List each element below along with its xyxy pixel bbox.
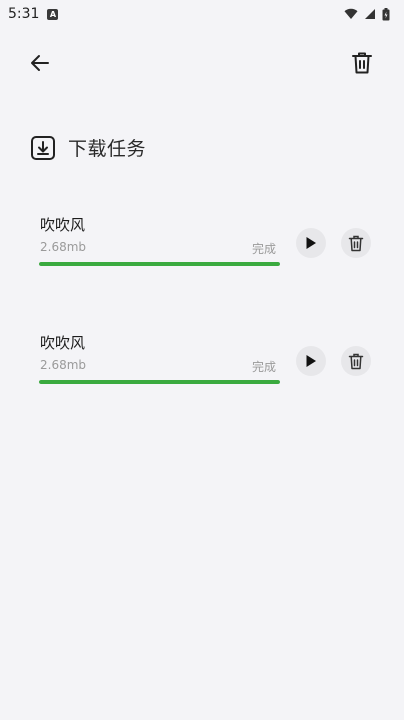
- status-left: 5:31 A: [8, 6, 59, 22]
- wifi-icon: [344, 8, 358, 19]
- task-status: 完成: [252, 242, 277, 256]
- clear-all-button[interactable]: [344, 45, 380, 81]
- task-size: 2.68mb: [40, 358, 87, 372]
- battery-icon: [382, 7, 390, 20]
- download-box-icon: [31, 135, 55, 160]
- status-right: [344, 7, 390, 21]
- task-name: 吹吹风: [40, 334, 86, 352]
- task-name: 吹吹风: [40, 216, 86, 234]
- section-header: 下载任务: [30, 134, 146, 161]
- trash-icon: [348, 235, 364, 251]
- back-button[interactable]: [22, 45, 58, 81]
- status-bar: 5:31 A: [0, 0, 404, 28]
- play-button[interactable]: [296, 346, 326, 376]
- task-progress-fill: [39, 380, 280, 384]
- play-icon: [306, 237, 316, 249]
- delete-task-button[interactable]: [341, 346, 371, 376]
- section-title: 下载任务: [68, 138, 147, 160]
- task-progress-bar: [39, 380, 280, 384]
- download-task-item: 吹吹风 2.68mb 完成: [30, 214, 380, 304]
- arrow-left-icon: [31, 55, 49, 71]
- download-task-item: 吹吹风 2.68mb 完成: [30, 332, 380, 422]
- trash-icon: [348, 353, 364, 369]
- play-icon: [306, 355, 316, 367]
- delete-task-button[interactable]: [341, 228, 371, 258]
- task-progress-bar: [39, 262, 280, 266]
- task-progress-fill: [39, 262, 280, 266]
- status-time: 5:31: [8, 6, 40, 22]
- trash-icon: [352, 52, 372, 74]
- signal-icon: [365, 9, 375, 19]
- task-size: 2.68mb: [40, 240, 87, 254]
- task-status: 完成: [252, 360, 277, 374]
- notification-badge-icon: A: [47, 8, 59, 20]
- play-button[interactable]: [296, 228, 326, 258]
